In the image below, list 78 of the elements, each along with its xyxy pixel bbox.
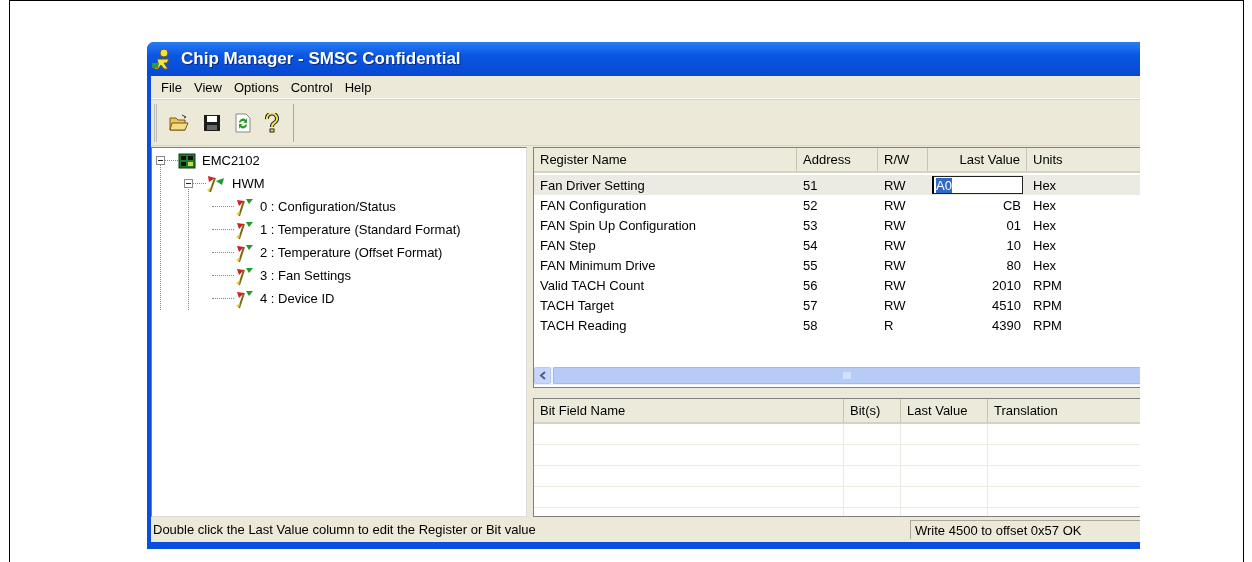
table-cell-text: RW: [883, 197, 907, 213]
table-cell-text: RW: [883, 297, 907, 313]
cell-editor[interactable]: A0: [932, 176, 1023, 194]
table-cell-text: RPM: [1032, 297, 1063, 313]
circuit-board-icon: [178, 152, 196, 169]
flags-icon: [234, 196, 254, 217]
table-cell-text: RW: [883, 177, 907, 193]
tree-item[interactable]: 1 : Temperature (Standard Format): [258, 221, 463, 238]
table-cell-text: R: [883, 317, 895, 333]
column-header[interactable]: Bit(s): [844, 399, 901, 422]
table-cell-text: FAN Spin Up Configuration: [539, 217, 698, 233]
column-header[interactable]: Address: [797, 148, 878, 171]
table-cell-text: TACH Reading: [539, 317, 628, 333]
column-header[interactable]: Bit Field Name: [534, 399, 844, 422]
selected-row[interactable]: Fan Driver Setting 51 RW A0 Hex: [534, 175, 1140, 195]
save-icon[interactable]: [203, 113, 221, 132]
table-cell-text: 2010: [991, 277, 1022, 293]
table-cell-text: 80: [1005, 257, 1022, 273]
status-result: Write 4500 to offset 0x57 OK: [910, 520, 1140, 539]
status-message: Double click the Last Value column to edit the Register or Bit value: [152, 522, 537, 537]
table-cell-text: RW: [883, 277, 907, 293]
table-cell-text: 4510: [991, 297, 1022, 313]
flags-icon: [206, 174, 226, 193]
table-cell-text: 58: [802, 317, 819, 333]
table-cell-text: 10: [1005, 237, 1022, 253]
flags-icon: [234, 219, 254, 240]
menu-item[interactable]: Help: [338, 77, 378, 97]
table-cell-text: 55: [802, 257, 819, 273]
menu-item[interactable]: View: [187, 77, 228, 97]
menu-item[interactable]: Control: [284, 77, 339, 97]
table-cell-text: 53: [802, 217, 819, 233]
table-cell-text: 52: [802, 197, 819, 213]
table-cell-text: CB: [1001, 197, 1022, 213]
collapse-toggle[interactable]: [156, 156, 165, 165]
column-header[interactable]: Translation: [988, 399, 1140, 422]
table-cell-text: Hex: [1032, 197, 1058, 213]
tree-item[interactable]: 3 : Fan Settings: [258, 267, 354, 284]
tree-item[interactable]: 2 : Temperature (Offset Format): [258, 244, 445, 261]
refresh-icon[interactable]: [235, 112, 251, 133]
flags-icon: [234, 242, 254, 263]
question-mark-icon[interactable]: [265, 112, 279, 133]
table-cell-text: 54: [802, 237, 819, 253]
table-cell-text: Hex: [1032, 177, 1058, 193]
table-cell-text: RW: [883, 237, 907, 253]
table-cell-text: 01: [1005, 217, 1022, 233]
table-cell-text: Hex: [1032, 217, 1058, 233]
table-cell-text: 51: [802, 177, 819, 193]
table-cell-text: RW: [883, 257, 907, 273]
menu-item[interactable]: Options: [227, 77, 285, 97]
table-cell-text: Hex: [1032, 257, 1058, 273]
column-header[interactable]: Last Value: [901, 399, 988, 422]
table-cell-text: 4390: [991, 317, 1022, 333]
collapse-toggle[interactable]: [184, 179, 193, 188]
flags-icon: [234, 265, 254, 286]
table-cell-text: FAN Configuration: [539, 197, 648, 213]
table-cell-text: Hex: [1032, 237, 1058, 253]
table-cell-text: FAN Step: [539, 237, 597, 253]
table-cell-text: RW: [883, 217, 907, 233]
column-header[interactable]: Register Name: [534, 148, 797, 171]
window-title: Chip Manager - SMSC Confidential: [181, 49, 461, 69]
table-cell-text: 57: [802, 297, 819, 313]
table-cell-text: 56: [802, 277, 819, 293]
table-cell-text: Fan Driver Setting: [539, 177, 646, 193]
tree-item[interactable]: 4 : Device ID: [258, 290, 337, 307]
table-cell-text: FAN Minimum Drive: [539, 257, 657, 273]
table-cell-text: RPM: [1032, 277, 1063, 293]
table-cell-text: Valid TACH Count: [539, 277, 646, 293]
column-header[interactable]: R/W: [878, 148, 928, 171]
table-cell-text: TACH Target: [539, 297, 615, 313]
flags-icon: [234, 288, 254, 309]
menu-item[interactable]: File: [155, 77, 188, 97]
tree-item[interactable]: EMC2102: [200, 152, 262, 169]
column-header[interactable]: Last Value: [928, 148, 1027, 171]
column-header[interactable]: Units: [1027, 148, 1140, 171]
tree-item[interactable]: HWM: [230, 175, 267, 192]
open-folder-icon[interactable]: [169, 113, 189, 132]
table-cell-text: RPM: [1032, 317, 1063, 333]
tree-item[interactable]: 0 : Configuration/Status: [258, 198, 398, 215]
